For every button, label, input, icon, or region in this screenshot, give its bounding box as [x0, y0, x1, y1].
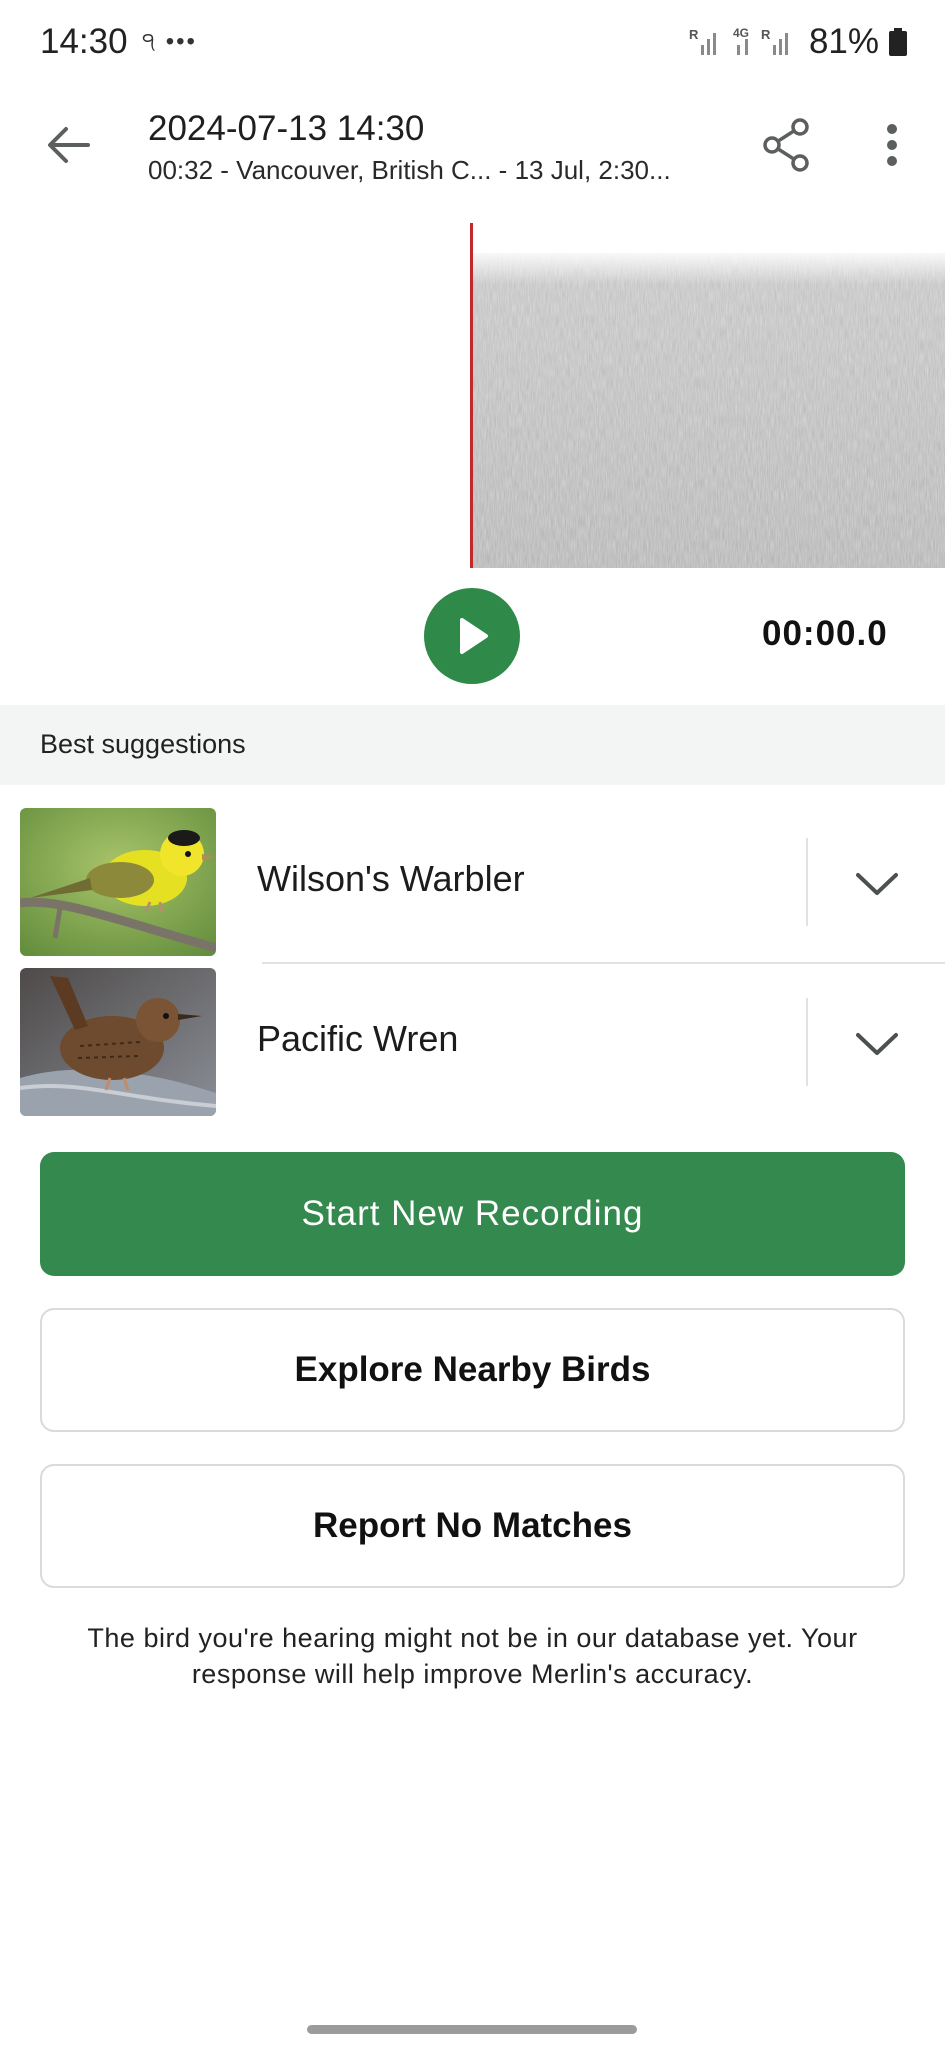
suggestion-row-wilsons-warbler[interactable]: Wilson's Warbler	[0, 808, 945, 956]
recording-subtitle: 00:32 - Vancouver, British C... - 13 Jul…	[148, 155, 671, 185]
spectrogram-image	[473, 253, 945, 568]
status-bar: 14:30 ੧ ••• R 4G R 81%	[0, 0, 945, 90]
spectrogram[interactable]	[0, 223, 945, 568]
battery-percent: 81%	[808, 22, 879, 61]
player-controls: 00:00.0	[0, 580, 945, 700]
home-indicator[interactable]	[307, 2025, 637, 2034]
share-icon	[763, 118, 809, 172]
explore-nearby-birds-button[interactable]: Explore Nearby Birds	[40, 1308, 905, 1432]
bird-name: Wilson's Warbler	[257, 858, 525, 899]
svg-text:4G: 4G	[733, 26, 749, 40]
signal-icon: R 4G R	[689, 26, 788, 55]
play-icon	[460, 618, 488, 654]
battery-icon	[889, 28, 907, 56]
more-vert-icon	[887, 124, 897, 166]
share-button[interactable]	[756, 115, 816, 175]
bird-thumbnail-wilsons-warbler	[20, 808, 216, 956]
notification-icons: ੧ •••	[142, 28, 197, 55]
row-divider	[806, 838, 808, 926]
svg-text:R: R	[689, 27, 699, 42]
chevron-down-icon	[856, 873, 898, 895]
report-no-matches-button[interactable]: Report No Matches	[40, 1464, 905, 1588]
bird-thumbnail-pacific-wren	[20, 968, 216, 1116]
start-new-recording-button[interactable]: Start New Recording	[40, 1152, 905, 1276]
svg-text:R: R	[761, 27, 771, 42]
back-button[interactable]	[38, 115, 98, 175]
status-right: R 4G R 81%	[689, 22, 907, 62]
expand-button[interactable]	[845, 1012, 909, 1076]
suggestion-row-pacific-wren[interactable]: Pacific Wren	[0, 968, 945, 1116]
row-divider	[806, 998, 808, 1086]
recording-title: 2024-07-13 14:30	[148, 109, 425, 148]
app-bar: 2024-07-13 14:30 00:32 - Vancouver, Brit…	[0, 95, 945, 225]
back-arrow-icon	[48, 127, 90, 163]
row-separator	[262, 962, 945, 964]
play-button[interactable]	[424, 588, 520, 684]
report-help-text: The bird you're hearing might not be in …	[87, 1623, 858, 1689]
suggestions-header: Best suggestions	[0, 705, 945, 785]
chevron-down-icon	[856, 1033, 898, 1055]
suggestions-title: Best suggestions	[40, 729, 246, 759]
status-time: 14:30	[40, 22, 128, 61]
more-options-button[interactable]	[862, 115, 922, 175]
expand-button[interactable]	[845, 852, 909, 916]
playback-timer: 00:00.0	[762, 614, 888, 653]
bird-name: Pacific Wren	[257, 1018, 459, 1059]
